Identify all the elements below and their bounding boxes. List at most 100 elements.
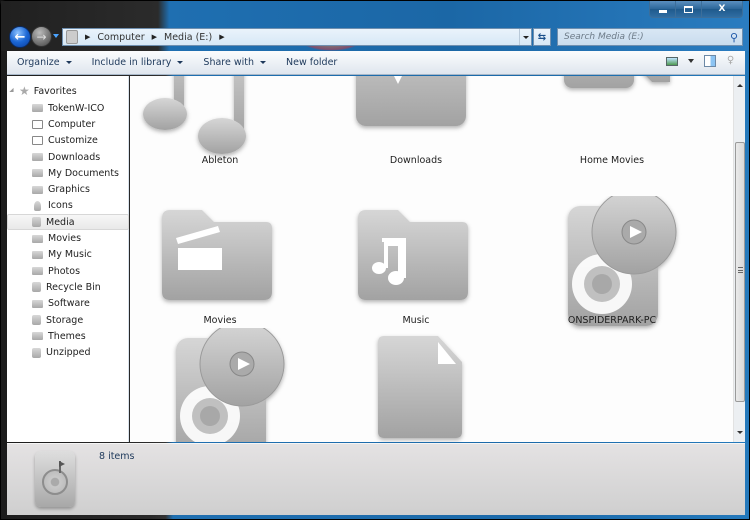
- navigation-pane: ★ Favorites TokenW-ICO Computer Customize D…: [7, 76, 129, 442]
- zip-icon: [32, 347, 41, 358]
- breadcrumb-media[interactable]: Media (E:): [164, 32, 212, 43]
- media-drive-icon: [130, 321, 310, 442]
- chevron-down-icon: [177, 61, 184, 64]
- recycle-bin-icon: [32, 282, 41, 293]
- share-with-button[interactable]: Share with: [193, 57, 276, 68]
- file-item-media-drive-6[interactable]: [130, 321, 310, 442]
- favorites-header[interactable]: ★ Favorites: [9, 84, 77, 98]
- sidebar-item-icons[interactable]: Icons: [7, 198, 129, 214]
- explorer-window: X ← → ▶ Computer ▶ Media (E:) ▶ ⇆ ⚲ Orga…: [0, 0, 750, 520]
- disc-icon: [42, 469, 68, 495]
- sidebar-item-label: Computer: [48, 118, 96, 130]
- bulb-icon: [34, 200, 41, 211]
- view-options-dropdown[interactable]: [688, 59, 694, 63]
- sidebar-item-graphics[interactable]: Graphics: [7, 181, 129, 197]
- sidebar-item-recycle-bin[interactable]: Recycle Bin: [7, 279, 129, 295]
- address-bar[interactable]: ▶ Computer ▶ Media (E:) ▶: [62, 28, 532, 46]
- sidebar-item-downloads[interactable]: Downloads: [7, 149, 129, 165]
- themes-icon: [32, 332, 43, 341]
- sidebar-item-themes[interactable]: Themes: [7, 328, 129, 344]
- file-item-downloads[interactable]: Downloads: [326, 76, 506, 196]
- file-item-label: Ableton: [201, 155, 239, 166]
- new-folder-button[interactable]: New folder: [276, 57, 347, 68]
- sidebar-item-computer[interactable]: Computer: [7, 116, 129, 132]
- drive-icon: [32, 217, 41, 228]
- scrollbar-thumb[interactable]: [735, 142, 745, 402]
- folder-icon: [32, 153, 43, 162]
- view-controls: ♀: [666, 55, 735, 67]
- file-item-label: Home Movies: [579, 155, 645, 166]
- maximize-button[interactable]: [676, 1, 702, 17]
- file-list-view: Ableton Downloads Home Movies Movies Music ON…: [130, 76, 733, 442]
- folder-icon: [32, 104, 43, 113]
- forward-button[interactable]: →: [31, 26, 52, 47]
- file-item-document-7[interactable]: [326, 328, 506, 442]
- sidebar-item-label: Media: [46, 216, 75, 228]
- organize-label: Organize: [17, 57, 60, 68]
- recent-pages-dropdown[interactable]: [53, 34, 59, 38]
- search-icon[interactable]: ⚲: [730, 31, 738, 44]
- sidebar-item-software[interactable]: Software: [7, 296, 129, 312]
- file-item-ableton[interactable]: Ableton: [130, 76, 310, 196]
- refresh-button[interactable]: ⇆: [533, 28, 551, 46]
- sidebar-item-media[interactable]: Media: [7, 214, 129, 231]
- breadcrumb-separator-icon[interactable]: ▶: [219, 33, 224, 41]
- sidebar-item-customize[interactable]: Customize: [7, 133, 129, 149]
- sidebar-item-unzipped[interactable]: Unzipped: [7, 344, 129, 360]
- minimize-button[interactable]: [650, 1, 676, 17]
- address-history-dropdown[interactable]: [519, 29, 531, 45]
- document-icon: [326, 328, 506, 442]
- folder-icon: [32, 267, 43, 276]
- file-item-home-movies[interactable]: Home Movies: [522, 76, 702, 196]
- forward-arrow-icon: →: [36, 29, 47, 44]
- sidebar-item-label: Software: [48, 298, 90, 310]
- monitor-icon: [32, 136, 43, 146]
- vertical-scrollbar[interactable]: [733, 76, 745, 442]
- folder-icon: [32, 185, 43, 194]
- refresh-icon: ⇆: [537, 31, 547, 43]
- drive-icon: [32, 315, 41, 325]
- search-input[interactable]: [564, 32, 724, 42]
- file-item-label: ONSPIDERPARK-PC: [567, 315, 657, 326]
- breadcrumb-separator-icon[interactable]: ▶: [85, 33, 90, 41]
- minimize-icon: [658, 10, 667, 13]
- breadcrumb-computer[interactable]: Computer: [97, 32, 144, 43]
- item-count: 8 items: [99, 451, 135, 462]
- sidebar-item-photos[interactable]: Photos: [7, 263, 129, 279]
- back-button[interactable]: ←: [9, 26, 31, 48]
- scroll-up-icon[interactable]: [737, 84, 743, 87]
- sidebar-item-storage[interactable]: Storage: [7, 312, 129, 328]
- sidebar-item-my-documents[interactable]: My Documents: [7, 165, 129, 181]
- help-bulb-icon[interactable]: ♀: [726, 55, 735, 67]
- folder-icon: [32, 250, 43, 259]
- breadcrumb-separator-icon[interactable]: ▶: [152, 33, 157, 41]
- sidebar-item-label: Recycle Bin: [46, 281, 101, 293]
- sidebar-item-tokenw-ico[interactable]: TokenW-ICO: [7, 100, 129, 116]
- close-button[interactable]: X: [702, 1, 742, 17]
- grip-icon: [738, 267, 743, 273]
- change-view-icon[interactable]: [666, 56, 678, 66]
- file-item-label: Music: [402, 315, 430, 326]
- sidebar-item-label: Customize: [48, 135, 98, 147]
- favorites-list: TokenW-ICO Computer Customize Downloads My D…: [7, 100, 129, 361]
- media-drive-thumbnail-icon: [35, 451, 75, 507]
- sidebar-item-label: Storage: [46, 314, 84, 326]
- sidebar-item-movies[interactable]: Movies: [7, 230, 129, 246]
- preview-pane-icon[interactable]: [704, 55, 716, 67]
- share-with-label: Share with: [203, 57, 255, 68]
- scroll-down-icon[interactable]: [737, 431, 743, 434]
- folder-icon: [32, 299, 43, 308]
- sidebar-item-label: My Documents: [48, 167, 120, 179]
- search-box[interactable]: ⚲: [557, 28, 743, 46]
- file-item-onspiderpark-pc[interactable]: ONSPIDERPARK-PC: [522, 189, 702, 356]
- sidebar-item-label: My Music: [48, 249, 92, 261]
- include-in-library-button[interactable]: Include in library: [82, 57, 194, 68]
- back-arrow-icon: ←: [14, 29, 26, 45]
- details-pane: 8 items: [7, 443, 745, 515]
- computer-icon: [32, 119, 43, 129]
- sidebar-item-my-music[interactable]: My Music: [7, 247, 129, 263]
- flag-icon: [59, 461, 65, 473]
- organize-button[interactable]: Organize: [7, 57, 82, 68]
- expand-arrow-icon[interactable]: [9, 87, 16, 95]
- chevron-down-icon: [65, 61, 72, 64]
